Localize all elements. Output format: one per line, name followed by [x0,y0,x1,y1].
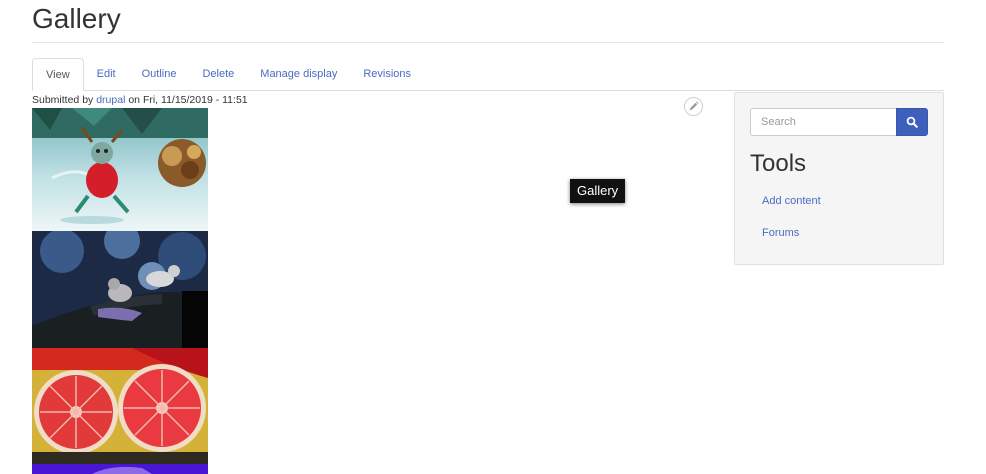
search-icon [906,116,918,128]
forums-link[interactable]: Forums [762,227,799,239]
tab-edit[interactable]: Edit [84,58,129,90]
submitted-date: on Fri, 11/15/2019 - 11:51 [128,94,248,106]
gallery-image-grapefruit[interactable] [32,348,208,464]
search-input[interactable] [750,108,896,136]
tooltip: Gallery [570,179,626,203]
sidebar: Tools Add content Forums [734,92,944,265]
tab-delete[interactable]: Delete [189,58,247,90]
page-title: Gallery [32,3,121,34]
contextual-edit-button[interactable] [684,97,703,116]
author-link[interactable]: drupal [96,94,125,106]
submitted-by-label: Submitted by [32,94,94,106]
gallery-image-cats[interactable] [32,231,208,348]
tools-title: Tools [750,150,807,177]
title-divider [32,42,944,43]
gallery-image-purple[interactable] [32,464,208,474]
tab-outline[interactable]: Outline [129,58,190,90]
tab-revisions[interactable]: Revisions [350,58,424,90]
gallery-images [32,108,208,474]
tab-manage-display[interactable]: Manage display [247,58,350,90]
submitted-info: Submitted by drupal on Fri, 11/15/2019 -… [32,94,248,106]
tab-view[interactable]: View [32,58,84,91]
tab-bar: View Edit Outline Delete Manage display … [32,58,944,91]
search-button[interactable] [896,108,928,136]
add-content-link[interactable]: Add content [762,195,821,207]
gallery-image-ornament[interactable] [32,108,208,231]
search-form [750,108,928,136]
pencil-icon [689,101,699,111]
